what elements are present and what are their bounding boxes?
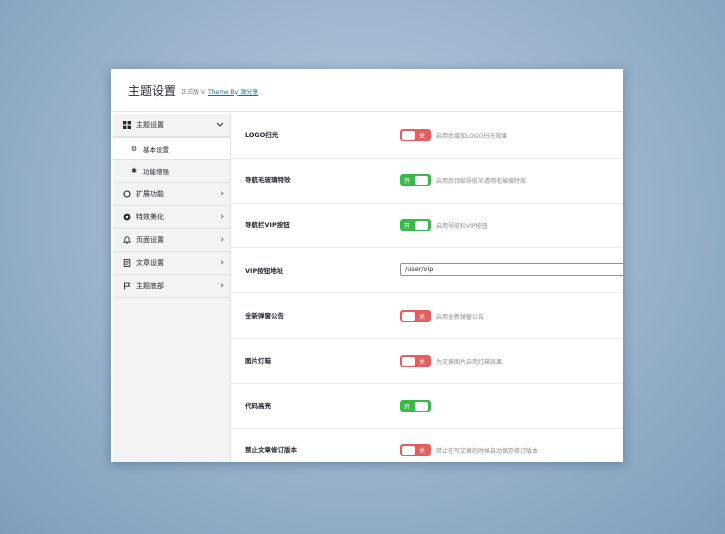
- setting-label: 禁止文章修订版本: [245, 446, 297, 454]
- setting-row-disable-revisions: 禁止文章修订版本 关 禁止在写文章的时候自动保存修订版本: [230, 429, 623, 462]
- sidebar-subitem-label: 基本设置: [143, 145, 169, 154]
- bell-icon: [123, 236, 131, 244]
- sidebar-item-label: 扩展功能: [136, 190, 164, 198]
- setting-description: 为文章图片启用灯箱效果: [436, 359, 503, 366]
- toggle-knob: [402, 130, 415, 140]
- settings-window: 主题设置 正式版 V Theme By 源分享 主题设置 ⚙ 基本设置 ✱ 功能…: [111, 69, 623, 462]
- sidebar-item-effects[interactable]: 特效美化 ›: [113, 206, 230, 229]
- setting-label: 导航栏VIP按钮: [245, 221, 290, 229]
- sidebar-item-theme-settings[interactable]: 主题设置: [113, 114, 230, 137]
- setting-row-lightbox: 图片灯箱 关 为文章图片启用灯箱效果: [230, 339, 623, 384]
- sidebar-item-label: 主题底部: [136, 282, 164, 290]
- disable-revisions-toggle[interactable]: 关: [400, 444, 431, 456]
- dot-circle-icon: [123, 213, 131, 221]
- toggle-knob: [402, 356, 415, 366]
- chevron-right-icon: ›: [220, 189, 224, 199]
- toggle-state-text: 开: [403, 177, 410, 185]
- setting-row-popup-notice: 全新弹窗公告 关 启用全新弹窗公告: [230, 293, 623, 339]
- vip-url-input[interactable]: /user/vip: [400, 263, 623, 276]
- logo-shine-toggle[interactable]: 关: [400, 129, 431, 141]
- grid-icon: [123, 121, 131, 129]
- setting-label: 全新弹窗公告: [245, 312, 284, 320]
- toggle-state-text: 关: [418, 132, 425, 140]
- popup-notice-toggle[interactable]: 关: [400, 310, 431, 322]
- toggle-state-text: 开: [403, 222, 410, 230]
- page-header: 主题设置 正式版 V Theme By 源分享: [111, 69, 623, 112]
- sparkle-icon: ✱: [131, 167, 137, 175]
- setting-description: 启用后增加LOGO扫光效果: [436, 133, 508, 140]
- sidebar-item-extensions[interactable]: 扩展功能 ›: [113, 183, 230, 206]
- gear-icon: ⚙: [130, 144, 138, 153]
- setting-label: 导航毛玻璃特效: [245, 176, 291, 184]
- sidebar: 主题设置 ⚙ 基本设置 ✱ 功能增强 扩展功能 › 特效美化 › 页面设置 › …: [113, 114, 231, 462]
- settings-panel: LOGO扫光 关 启用后增加LOGO扫光效果 导航毛玻璃特效 开 启用后顶部导航…: [230, 114, 623, 462]
- setting-row-nav-vip-button: 导航栏VIP按钮 开 启用导航栏VIP按钮: [230, 204, 623, 248]
- setting-row-logo-shine: LOGO扫光 关 启用后增加LOGO扫光效果: [230, 114, 623, 159]
- setting-row-vip-url: VIP按钮地址 /user/vip: [230, 248, 623, 293]
- chevron-right-icon: ›: [220, 212, 224, 222]
- sidebar-subitem-feature-enhance[interactable]: ✱ 功能增强: [113, 160, 230, 183]
- nav-vip-button-toggle[interactable]: 开: [400, 219, 431, 231]
- toggle-state-text: 开: [403, 403, 410, 411]
- sidebar-subitem-label: 功能增强: [143, 168, 169, 176]
- sidebar-item-label: 文章设置: [136, 259, 164, 267]
- toggle-knob: [415, 175, 428, 185]
- sidebar-item-post-settings[interactable]: 文章设置 ›: [113, 252, 230, 275]
- setting-label: VIP按钮地址: [245, 267, 284, 275]
- toggle-knob: [415, 401, 428, 411]
- sidebar-subitem-basic-settings[interactable]: ⚙ 基本设置: [113, 137, 230, 160]
- theme-link[interactable]: Theme By 源分享: [208, 87, 258, 96]
- setting-label: 代码高亮: [245, 402, 271, 410]
- chevron-right-icon: ›: [220, 281, 224, 291]
- version-label: 正式版 V: [181, 88, 206, 96]
- setting-row-code-highlight: 代码高亮 开: [230, 384, 623, 429]
- setting-label: LOGO扫光: [245, 131, 279, 139]
- chevron-right-icon: ›: [220, 235, 224, 245]
- setting-row-nav-glass: 导航毛玻璃特效 开 启用后顶部导航半透明毛玻璃特效: [230, 159, 623, 204]
- toggle-knob: [415, 220, 428, 230]
- lightbox-toggle[interactable]: 关: [400, 355, 431, 367]
- sidebar-item-label: 特效美化: [136, 213, 164, 221]
- setting-description: 启用导航栏VIP按钮: [436, 223, 488, 230]
- toggle-knob: [402, 311, 415, 321]
- setting-description: 启用后顶部导航半透明毛玻璃特效: [436, 178, 527, 185]
- sidebar-item-page-settings[interactable]: 页面设置 ›: [113, 229, 230, 252]
- page-title: 主题设置: [128, 83, 177, 98]
- toggle-state-text: 关: [418, 313, 425, 321]
- setting-label: 图片灯箱: [245, 357, 271, 365]
- sidebar-item-label: 主题设置: [136, 121, 164, 129]
- toggle-state-text: 关: [418, 447, 425, 455]
- chevron-right-icon: ›: [220, 258, 224, 268]
- nav-glass-toggle[interactable]: 开: [400, 174, 431, 186]
- code-highlight-toggle[interactable]: 开: [400, 400, 431, 412]
- sidebar-item-theme-footer[interactable]: 主题底部 ›: [113, 275, 230, 298]
- sidebar-item-label: 页面设置: [136, 236, 164, 244]
- circle-icon: [123, 190, 131, 198]
- toggle-state-text: 关: [418, 358, 425, 366]
- toggle-knob: [402, 445, 415, 455]
- setting-description: 启用全新弹窗公告: [436, 314, 485, 321]
- setting-description: 禁止在写文章的时候自动保存修订版本: [436, 448, 539, 455]
- flag-icon: [123, 282, 131, 290]
- document-icon: [123, 259, 131, 267]
- chevron-down-icon: [216, 120, 224, 130]
